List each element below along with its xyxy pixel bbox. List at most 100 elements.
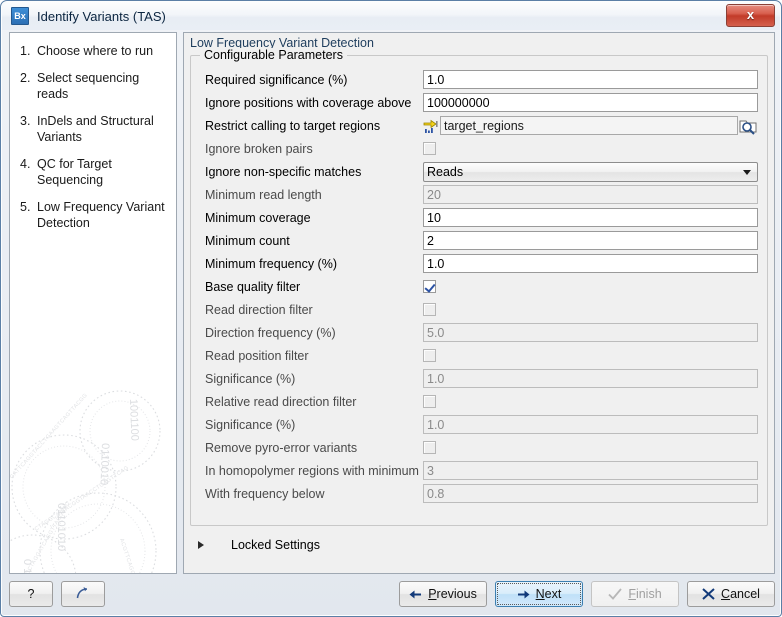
arrow-right-icon xyxy=(517,590,530,598)
parameter-control xyxy=(423,441,758,454)
sidebar-item-step-4[interactable]: 4. QC for Target Sequencing xyxy=(20,156,170,188)
svg-text:GATTCAGGTACCTGAAGTCAGTTACGG: GATTCAGGTACCTGAAGTCAGTTACGG xyxy=(9,392,89,480)
parameter-row: Read direction filter xyxy=(191,298,767,321)
svg-text:ACGTTCAGGATCCTAAGGTCATG: ACGTTCAGGATCCTAAGGTCATG xyxy=(118,538,153,574)
parameter-control: Reads xyxy=(423,161,758,182)
step-list: 1. Choose where to run 2. Select sequenc… xyxy=(10,33,176,231)
parameter-control xyxy=(423,280,758,293)
title-bar: Bx Identify Variants (TAS) x xyxy=(2,2,780,30)
parameter-label: Minimum coverage xyxy=(205,210,311,225)
parameter-text-input[interactable] xyxy=(423,254,758,273)
annotation-track-icon xyxy=(423,119,438,133)
parameter-checkbox xyxy=(423,441,436,454)
step-number: 5. xyxy=(20,200,31,214)
target-regions-input[interactable] xyxy=(440,116,738,135)
parameter-row: With frequency below xyxy=(191,482,767,505)
step-label: Low Frequency Variant Detection xyxy=(37,200,165,230)
previous-button[interactable]: Previous xyxy=(399,581,487,607)
dropdown-selected-value: Reads xyxy=(427,164,464,179)
help-button[interactable]: ? xyxy=(9,581,53,607)
step-number: 3. xyxy=(20,114,31,128)
close-button[interactable]: x xyxy=(726,4,775,27)
parameter-label: Ignore broken pairs xyxy=(205,141,313,156)
parameter-control xyxy=(423,323,758,342)
parameter-row: Ignore positions with coverage above xyxy=(191,91,767,114)
parameter-row: Significance (%) xyxy=(191,367,767,390)
parameter-text-input xyxy=(423,415,758,434)
previous-label: Previous xyxy=(428,587,477,601)
parameter-control xyxy=(423,369,758,388)
parameter-control xyxy=(423,231,758,250)
parameter-control xyxy=(423,116,758,135)
parameter-checkbox xyxy=(423,349,436,362)
undo-arrow-icon xyxy=(76,587,88,599)
parameter-control xyxy=(423,142,758,155)
parameter-control xyxy=(423,484,758,503)
step-label: InDels and Structural Variants xyxy=(37,114,154,144)
sidebar-item-step-5[interactable]: 5. Low Frequency Variant Detection xyxy=(20,199,170,231)
arrow-left-icon xyxy=(409,590,422,598)
parameter-label: Direction frequency (%) xyxy=(205,325,336,340)
step-number: 1. xyxy=(20,44,31,58)
step-number: 4. xyxy=(20,157,31,171)
sidebar-item-step-3[interactable]: 3. InDels and Structural Variants xyxy=(20,113,170,145)
parameter-text-input[interactable] xyxy=(423,208,758,227)
parameter-text-input xyxy=(423,461,758,480)
parameter-text-input xyxy=(423,484,758,503)
finish-button: Finish xyxy=(591,581,679,607)
next-button[interactable]: Next xyxy=(495,581,583,607)
parameter-control xyxy=(423,461,758,480)
window-title: Identify Variants (TAS) xyxy=(37,8,166,24)
close-x-icon xyxy=(702,588,715,600)
parameter-dropdown[interactable]: Reads xyxy=(423,161,758,182)
parameter-text-input xyxy=(423,323,758,342)
parameter-label: Minimum frequency (%) xyxy=(205,256,337,271)
parameter-label: With frequency below xyxy=(205,486,325,501)
parameter-checkbox xyxy=(423,303,436,316)
parameter-control xyxy=(423,208,758,227)
reset-button[interactable] xyxy=(61,581,105,607)
help-label: ? xyxy=(27,587,35,601)
cancel-button[interactable]: Cancel xyxy=(687,581,775,607)
parameter-control xyxy=(423,93,758,112)
sidebar-item-step-1[interactable]: 1. Choose where to run xyxy=(20,43,170,59)
locked-settings-label: Locked Settings xyxy=(231,538,320,552)
parameter-text-input[interactable] xyxy=(423,231,758,250)
parameter-row: Direction frequency (%) xyxy=(191,321,767,344)
cancel-label: Cancel xyxy=(721,587,760,601)
step-label: Select sequencing reads xyxy=(37,71,140,101)
parameter-row: Relative read direction filter xyxy=(191,390,767,413)
dialog-window: Bx Identify Variants (TAS) x 1. Choose w… xyxy=(0,0,782,617)
parameter-checkbox xyxy=(423,395,436,408)
parameter-row: Minimum count xyxy=(191,229,767,252)
parameter-control xyxy=(423,395,758,408)
browse-folder-icon[interactable] xyxy=(738,117,758,135)
parameter-label: Read position filter xyxy=(205,348,309,363)
finish-label: Finish xyxy=(628,587,662,601)
svg-text:0 1 1 0: 0 1 1 0 xyxy=(21,559,33,574)
parameter-control xyxy=(423,254,758,273)
wizard-steps-sidebar: 1. Choose where to run 2. Select sequenc… xyxy=(9,32,177,574)
svg-text:1001100: 1001100 xyxy=(127,399,140,441)
parameter-row: Restrict calling to target regions xyxy=(191,114,767,137)
parameter-label: In homopolymer regions with minimum leng… xyxy=(205,463,457,478)
sidebar-item-step-2[interactable]: 2. Select sequencing reads xyxy=(20,70,170,102)
parameter-label: Read direction filter xyxy=(205,302,313,317)
step-label: Choose where to run xyxy=(37,44,154,58)
dialog-footer: ? Previous Next Finish Cancel xyxy=(9,578,775,610)
parameter-text-input[interactable] xyxy=(423,93,758,112)
svg-text:01101010: 01101010 xyxy=(55,503,67,551)
parameter-row: Minimum coverage xyxy=(191,206,767,229)
parameter-row: Ignore broken pairs xyxy=(191,137,767,160)
app-icon: Bx xyxy=(11,7,29,25)
parameter-checkbox[interactable] xyxy=(423,280,436,293)
parameter-row: Read position filter xyxy=(191,344,767,367)
next-label: Next xyxy=(535,587,562,601)
parameter-label: Required significance (%) xyxy=(205,72,348,87)
parameter-text-input[interactable] xyxy=(423,70,758,89)
parameter-label: Minimum count xyxy=(205,233,290,248)
group-legend: Configurable Parameters xyxy=(200,48,347,62)
parameter-label: Minimum read length xyxy=(205,187,322,202)
parameter-label: Base quality filter xyxy=(205,279,301,294)
locked-settings-expander[interactable]: Locked Settings xyxy=(198,538,320,552)
